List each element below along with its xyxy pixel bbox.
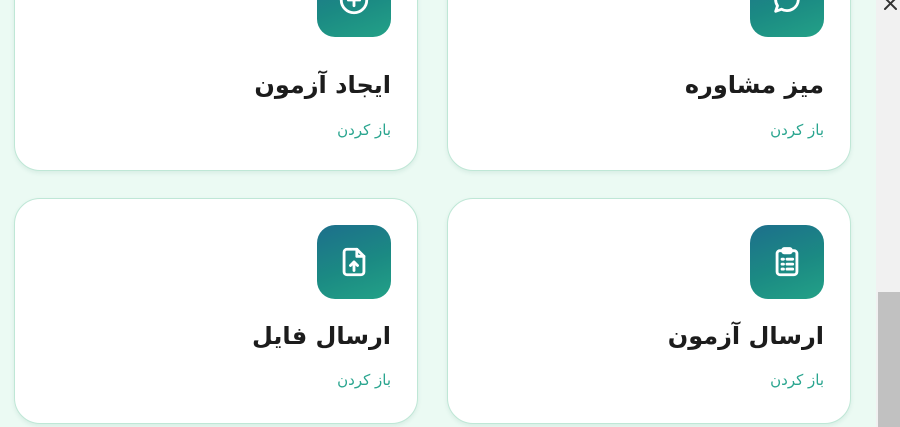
vertical-scrollbar[interactable]: [876, 0, 900, 427]
card-consultation-desk[interactable]: میز مشاوره باز کردن: [447, 0, 851, 171]
close-icon[interactable]: [880, 0, 900, 14]
card-grid: میز مشاوره باز کردن ایجاد آزمون باز کردن: [0, 0, 876, 427]
card-icon-tile: [317, 225, 391, 299]
card-title: ارسال آزمون: [667, 322, 824, 350]
card-open-link[interactable]: باز کردن: [337, 123, 391, 138]
clipboard-list-icon: [775, 247, 799, 277]
scrollbar-thumb[interactable]: [878, 292, 900, 427]
card-icon-tile: [750, 225, 824, 299]
card-icon-tile: [750, 0, 824, 37]
card-title: ارسال فایل: [252, 322, 391, 350]
dashboard-page: میز مشاوره باز کردن ایجاد آزمون باز کردن: [0, 0, 900, 427]
card-send-exam[interactable]: ارسال آزمون باز کردن: [447, 198, 851, 424]
card-send-file[interactable]: ارسال فایل باز کردن: [14, 198, 418, 424]
card-title: ایجاد آزمون: [254, 71, 391, 99]
plus-circle-icon: [339, 0, 369, 15]
card-open-link[interactable]: باز کردن: [770, 123, 824, 138]
chat-bubble-icon: [774, 0, 800, 13]
file-upload-icon: [342, 247, 366, 277]
card-open-link[interactable]: باز کردن: [337, 373, 391, 388]
card-title: میز مشاوره: [684, 71, 824, 99]
card-icon-tile: [317, 0, 391, 37]
card-create-exam[interactable]: ایجاد آزمون باز کردن: [14, 0, 418, 171]
card-open-link[interactable]: باز کردن: [770, 373, 824, 388]
